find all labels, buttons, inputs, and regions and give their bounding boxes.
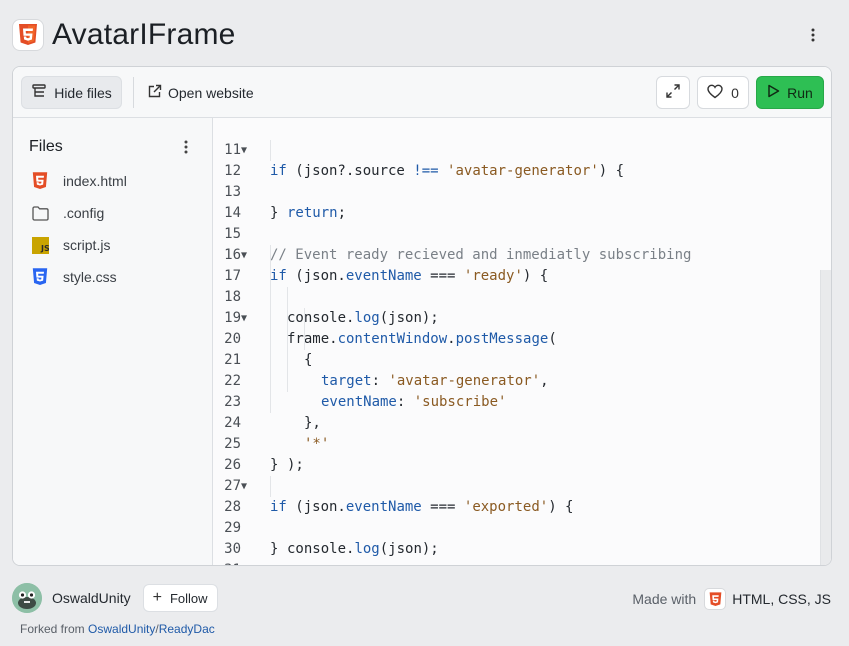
file-item-style-css[interactable]: style.css <box>29 264 199 290</box>
expand-button[interactable] <box>656 76 690 109</box>
code-line: 24 ); <box>213 392 819 473</box>
author-name[interactable]: OswaldUnity <box>52 590 131 606</box>
code-line: 23 '*' <box>213 371 819 452</box>
toolbar-divider <box>133 77 134 108</box>
play-icon <box>767 84 780 101</box>
run-label: Run <box>787 84 813 101</box>
code-line: 29 } <box>224 520 279 557</box>
file-item-config[interactable]: .config <box>29 200 199 226</box>
file-name: script.js <box>63 237 111 253</box>
folder-icon <box>29 202 51 224</box>
html5-icon <box>29 170 51 192</box>
html5-icon <box>704 588 727 610</box>
forked-repl-link[interactable]: ReadyDac <box>159 622 215 636</box>
code-line: 26 <box>224 457 241 473</box>
file-item-script-js[interactable]: JS script.js <box>29 232 199 258</box>
code-line: 12 return; <box>213 140 819 221</box>
code-line: 21 eventName: 'subscribe' <box>213 329 819 410</box>
forked-user-link[interactable]: OswaldUnity <box>88 622 155 636</box>
code-line: 27 ▼ if (json.eventName === 'exported') { <box>224 478 574 515</box>
code-line: 15 // Event ready recieved and inmediatl… <box>224 226 692 263</box>
svg-text:JS: JS <box>40 244 49 253</box>
files-sidebar: Files index.html .config JS script.js st… <box>13 118 213 565</box>
external-link-icon <box>147 84 162 102</box>
open-website-label: Open website <box>168 84 254 101</box>
page-title: AvatarIFrame <box>52 18 236 51</box>
files-panel-icon <box>31 83 47 102</box>
files-title: Files <box>29 138 63 155</box>
code-line: 13 } <box>224 184 279 221</box>
code-line: 31 } <box>213 539 819 565</box>
like-button[interactable]: 0 <box>697 76 749 109</box>
code-line: 16 ▼ if (json.eventName === 'ready') { <box>224 247 549 284</box>
files-more-icon[interactable] <box>179 136 193 158</box>
code-line: 25 } <box>224 436 279 473</box>
file-name: style.css <box>63 269 117 285</box>
code-line: 18 frame.contentWindow.postMessage( <box>213 266 819 347</box>
file-name: index.html <box>63 173 127 189</box>
code-line: 17 console.log(json); <box>213 245 819 326</box>
repl-panel: Hide files Open website 0 Run Files inde… <box>12 66 832 566</box>
follow-label: Follow <box>169 590 208 606</box>
forked-from: Forked from OswaldUnity/ReadyDac <box>20 622 215 636</box>
more-options-icon[interactable] <box>803 24 823 46</box>
code-line: 19 ▼ { <box>213 287 819 368</box>
expand-icon <box>665 83 681 102</box>
hide-files-button[interactable]: Hide files <box>21 76 122 109</box>
code-line: 28 console.log(json); <box>213 476 819 557</box>
editor-scrollbar[interactable] <box>820 270 831 565</box>
made-with-label: Made with <box>632 591 697 607</box>
code-line: 14 <box>224 205 241 221</box>
file-item-index-html[interactable]: index.html <box>29 168 199 194</box>
made-with: Made with HTML, CSS, JS <box>632 587 831 611</box>
code-line: 20 target: 'avatar-generator', <box>213 308 819 389</box>
made-with-languages: HTML, CSS, JS <box>732 591 831 607</box>
js-icon: JS <box>29 234 51 256</box>
code-line: 22 }, <box>213 350 819 431</box>
follow-button[interactable]: + Follow <box>142 584 218 612</box>
hide-files-label: Hide files <box>54 84 112 101</box>
open-website-button[interactable]: Open website <box>141 76 260 109</box>
title-bar: AvatarIFrame <box>12 14 837 56</box>
author-info: OswaldUnity + Follow <box>12 583 218 613</box>
toolbar: Hide files Open website 0 Run <box>13 67 831 118</box>
css3-icon <box>29 266 51 288</box>
code-line: 30 <box>224 541 241 557</box>
file-name: .config <box>63 205 105 221</box>
heart-icon <box>707 84 723 102</box>
avatar[interactable] <box>12 583 42 613</box>
plus-icon: + <box>152 589 162 606</box>
code-line: 11 ▼ if (json?.source !== 'avatar-generat… <box>224 142 625 179</box>
like-count: 0 <box>731 84 739 101</box>
code-editor[interactable]: 11 ▼ if (json?.source !== 'avatar-generat… <box>213 118 831 565</box>
html5-icon <box>12 19 44 51</box>
run-button[interactable]: Run <box>756 76 824 109</box>
